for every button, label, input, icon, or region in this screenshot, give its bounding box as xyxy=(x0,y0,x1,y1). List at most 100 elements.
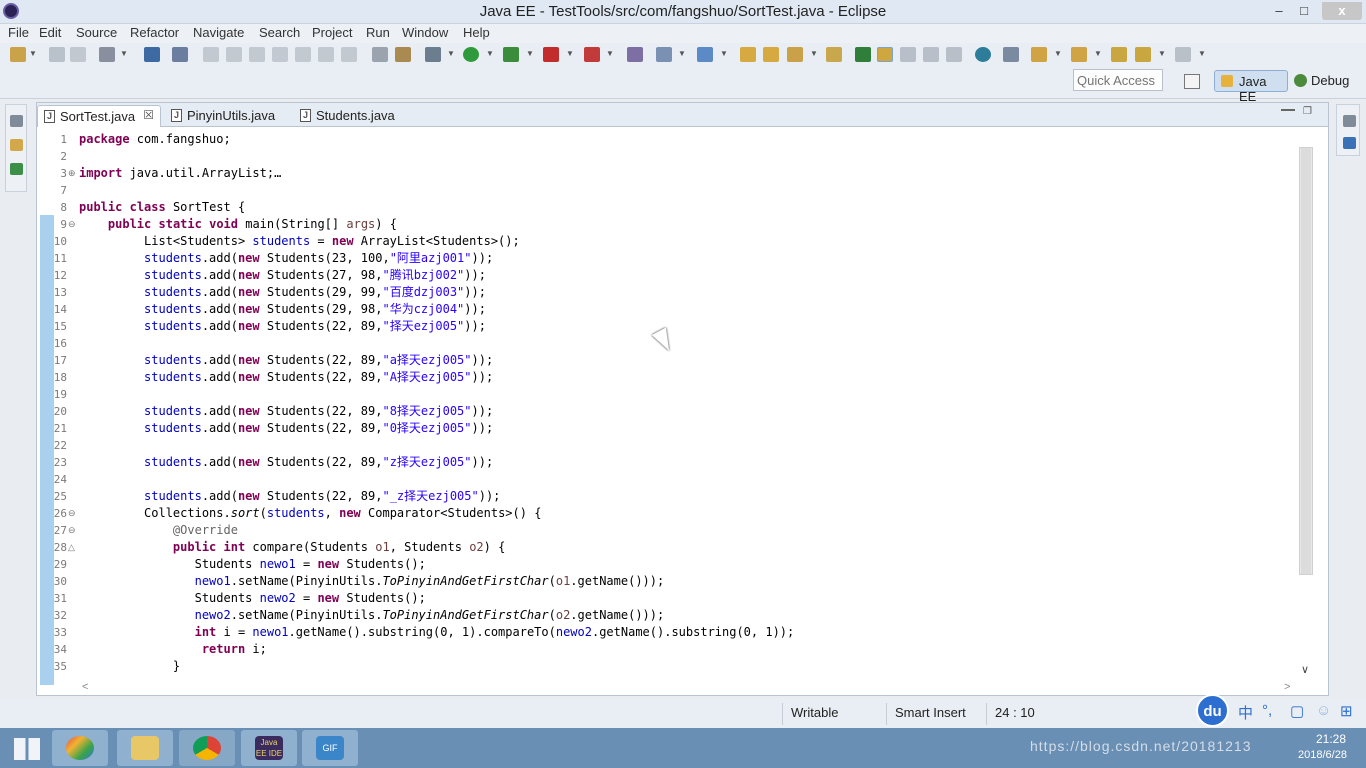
code-area[interactable]: 1 package com.fangshuo; 2 3 ⊕ import java.uti… xyxy=(37,129,1297,679)
web-browser-icon[interactable] xyxy=(975,47,991,62)
code-line[interactable]: 17 students.add(new Students(22, 89,"a择天… xyxy=(37,352,1287,369)
sync-icon[interactable] xyxy=(1003,47,1019,62)
minimize-editor-icon[interactable] xyxy=(1281,109,1295,113)
step-into-icon[interactable] xyxy=(295,47,311,62)
user-icon[interactable]: ☺ xyxy=(1316,702,1331,719)
step-return-icon[interactable] xyxy=(341,47,357,62)
mark-occurrences-icon[interactable] xyxy=(877,47,893,62)
maximize-editor-icon[interactable]: ❐ xyxy=(1303,106,1312,117)
vertical-scrollbar[interactable] xyxy=(1299,147,1313,575)
debug-perspective-button[interactable]: Debug xyxy=(1292,70,1358,92)
save-icon[interactable] xyxy=(49,47,65,62)
fold-toggle-icon[interactable]: ⊖ xyxy=(68,522,76,539)
previous-annotation-icon[interactable] xyxy=(1071,47,1087,62)
code-line[interactable]: 29 Students newo1 = new Students(); xyxy=(37,556,1287,573)
new-server-icon[interactable] xyxy=(627,47,643,62)
back-icon[interactable] xyxy=(1135,47,1151,62)
taskbar-eclipse[interactable]: Java EE IDE xyxy=(241,730,297,766)
code-line[interactable]: 14 students.add(new Students(29, 98,"华为c… xyxy=(37,301,1287,318)
code-line[interactable]: 31 Students newo2 = new Students(); xyxy=(37,590,1287,607)
menu-edit[interactable]: Edit xyxy=(39,25,61,40)
taskbar-chrome[interactable] xyxy=(179,730,235,766)
code-line[interactable]: 9 ⊖ public static void main(String[] args… xyxy=(37,216,1287,233)
code-line[interactable]: 12 students.add(new Students(27, 98,"腾讯b… xyxy=(37,267,1287,284)
open-resource-icon[interactable] xyxy=(763,47,779,62)
tab-sorttest-java[interactable]: J SortTest.java ☒ xyxy=(37,105,161,127)
fold-toggle-icon[interactable]: ⊕ xyxy=(68,165,76,182)
taskbar-file-explorer[interactable] xyxy=(117,730,173,766)
open-task-icon[interactable] xyxy=(826,47,842,62)
print-icon[interactable] xyxy=(99,47,115,62)
code-line[interactable]: 8 public class SortTest { xyxy=(37,199,1287,216)
grid-menu-icon[interactable]: ⊞ xyxy=(1340,702,1353,720)
suspend-icon[interactable] xyxy=(226,47,242,62)
menu-source[interactable]: Source xyxy=(76,25,117,40)
code-line[interactable]: 30 newo1.setName(PinyinUtils.ToPinyinAnd… xyxy=(37,573,1287,590)
menu-help[interactable]: Help xyxy=(463,25,490,40)
quick-access-input[interactable] xyxy=(1073,69,1163,91)
code-line[interactable]: 7 xyxy=(37,182,1287,199)
code-line[interactable]: 24 xyxy=(37,471,1287,488)
menu-run[interactable]: Run xyxy=(366,25,390,40)
external-tools-icon[interactable] xyxy=(584,47,600,62)
menu-project[interactable]: Project xyxy=(312,25,352,40)
save-all-icon[interactable] xyxy=(70,47,86,62)
forward-icon[interactable] xyxy=(1175,47,1191,62)
code-line[interactable]: 25 students.add(new Students(22, 89,"_z择… xyxy=(37,488,1287,505)
next-annotation-icon[interactable] xyxy=(1031,47,1047,62)
clock-date[interactable]: 2018/6/28 xyxy=(1298,749,1347,761)
tab-pinyinutils-java[interactable]: J PinyinUtils.java xyxy=(165,105,295,127)
annotation-icon[interactable] xyxy=(855,47,871,62)
project-explorer-icon[interactable] xyxy=(10,139,23,151)
maximize-button[interactable]: □ xyxy=(1293,2,1315,20)
code-line[interactable]: 19 xyxy=(37,386,1287,403)
code-line[interactable]: 11 students.add(new Students(23, 100,"阿里… xyxy=(37,250,1287,267)
block-selection-icon[interactable] xyxy=(900,47,916,62)
step-over-icon[interactable] xyxy=(318,47,334,62)
debug-icon[interactable] xyxy=(425,47,441,62)
close-button[interactable]: x xyxy=(1322,2,1362,20)
servers-icon[interactable] xyxy=(10,163,23,175)
baidu-ime-logo[interactable]: du xyxy=(1196,694,1229,727)
code-line[interactable]: 23 students.add(new Students(22, 89,"z择天… xyxy=(37,454,1287,471)
taskbar-gif-recorder[interactable]: GIF xyxy=(302,730,358,766)
open-perspective-icon[interactable] xyxy=(1184,74,1200,89)
code-line[interactable]: 1 package com.fangshuo; xyxy=(37,131,1287,148)
code-line[interactable]: 28 △ public int compare(Students o1, Stud… xyxy=(37,539,1287,556)
menu-navigate[interactable]: Navigate xyxy=(193,25,244,40)
resume-icon[interactable] xyxy=(203,47,219,62)
outline-icon[interactable] xyxy=(1343,137,1356,149)
restore-icon[interactable] xyxy=(10,115,23,127)
new-class-icon[interactable] xyxy=(697,47,713,62)
scroll-left-icon[interactable]: < xyxy=(82,681,88,693)
code-line[interactable]: 26 ⊖ Collections.sort(students, new Compa… xyxy=(37,505,1287,522)
java-ee-perspective-button[interactable]: Java EE xyxy=(1214,70,1288,104)
new-icon[interactable] xyxy=(10,47,26,62)
last-edit-icon[interactable] xyxy=(1111,47,1127,62)
code-line[interactable]: 2 xyxy=(37,148,1287,165)
console-icon[interactable] xyxy=(144,47,160,62)
code-line[interactable]: 21 students.add(new Students(22, 89,"0择天… xyxy=(37,420,1287,437)
search-icon[interactable] xyxy=(787,47,803,62)
code-line[interactable]: 20 students.add(new Students(22, 89,"8择天… xyxy=(37,403,1287,420)
start-button[interactable] xyxy=(4,730,46,766)
fold-toggle-icon[interactable]: ⊖ xyxy=(68,505,76,522)
code-line[interactable]: 3 ⊕ import java.util.ArrayList;… xyxy=(37,165,1287,182)
code-line[interactable]: 10 List<Students> students = new ArrayLi… xyxy=(37,233,1287,250)
new-java-project-icon[interactable] xyxy=(656,47,672,62)
word-wrap-icon[interactable] xyxy=(923,47,939,62)
skip-breakpoints-icon[interactable] xyxy=(172,47,188,62)
chinese-mode-toggle[interactable]: 中 xyxy=(1238,702,1253,723)
fold-toggle-icon[interactable]: ⊖ xyxy=(68,216,76,233)
menu-window[interactable]: Window xyxy=(402,25,448,40)
menu-search[interactable]: Search xyxy=(259,25,300,40)
menu-file[interactable]: File xyxy=(8,25,29,40)
tab-students-java[interactable]: J Students.java xyxy=(294,105,414,127)
soft-keyboard-icon[interactable]: ▢ xyxy=(1290,702,1304,720)
restore-icon[interactable] xyxy=(1343,115,1356,127)
run-icon[interactable] xyxy=(463,47,479,62)
code-line[interactable]: 33 int i = newo1.getName().substring(0, … xyxy=(37,624,1287,641)
scroll-down-icon[interactable]: ∨ xyxy=(1301,663,1309,676)
clock-time[interactable]: 21:28 xyxy=(1316,732,1346,746)
disconnect-icon[interactable] xyxy=(272,47,288,62)
